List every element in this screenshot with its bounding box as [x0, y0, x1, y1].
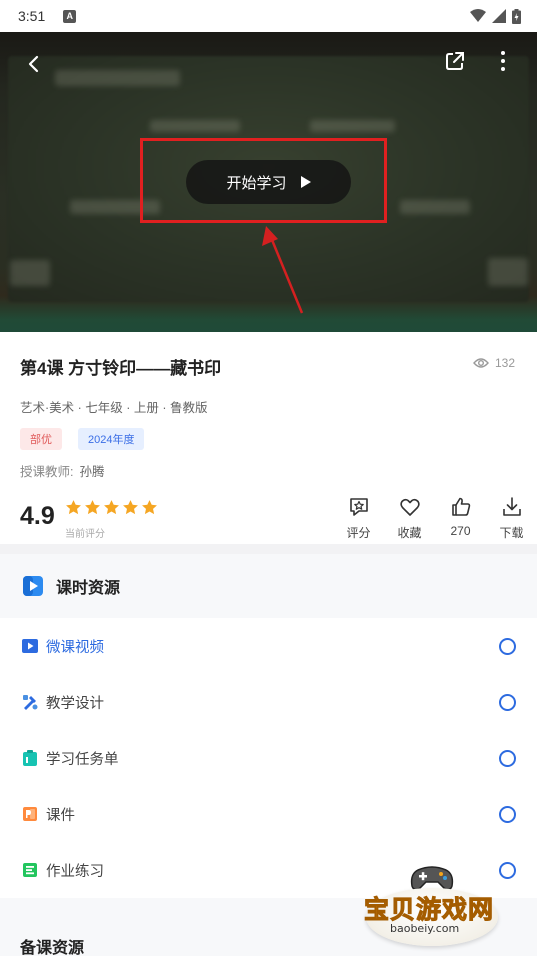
blurred-board-text [400, 200, 470, 214]
favorite-button[interactable]: 收藏 [384, 496, 435, 541]
rate-label: 评分 [346, 526, 371, 540]
prep-resources-title: 备课资源 [20, 940, 85, 956]
thumbs-up-icon [451, 497, 470, 516]
resource-item-teaching-design[interactable]: 教学设计 [0, 674, 537, 730]
resource-radio[interactable] [499, 693, 516, 711]
subject-line: 艺术·美术 · 七年级 · 上册 · 鲁教版 [20, 401, 208, 415]
resource-list: 微课视频 教学设计 学习任务单 课件 作业练习 [0, 618, 537, 898]
teacher-info: 授课教师: 孙腾 [20, 461, 105, 480]
blurred-board-text [55, 70, 180, 86]
resources-icon [23, 576, 43, 596]
rating-label: 当前评分 [65, 529, 105, 540]
heart-icon [399, 498, 420, 516]
resource-item-micro-video[interactable]: 微课视频 [0, 618, 537, 674]
resource-label: 学习任务单 [46, 751, 119, 768]
resource-radio[interactable] [499, 861, 516, 879]
wifi-icon [470, 9, 486, 22]
star-icon [66, 500, 81, 515]
resource-label: 微课视频 [46, 639, 104, 656]
prep-resources-section: 备课资源 [0, 898, 537, 956]
slides-icon [23, 807, 37, 821]
star-icon [123, 500, 138, 515]
more-icon [501, 51, 505, 71]
battery-icon [512, 8, 521, 24]
share-button[interactable] [442, 48, 468, 74]
star-icon [142, 500, 157, 515]
blurred-board-text [310, 120, 395, 132]
rate-button[interactable]: 评分 [333, 496, 384, 541]
teacher-name: 孙腾 [79, 465, 105, 479]
video-icon [22, 639, 38, 653]
blurred-board-text [488, 258, 528, 286]
annotation-highlight-box [140, 138, 387, 223]
tag-award: 部优 [20, 428, 62, 450]
back-button[interactable] [20, 50, 48, 78]
status-bar: 3:51 A [0, 0, 537, 32]
design-icon [23, 695, 38, 710]
download-icon [502, 497, 521, 516]
resource-radio[interactable] [499, 749, 516, 767]
teacher-label: 授课教师: [20, 465, 74, 479]
resource-label: 教学设计 [46, 695, 104, 712]
resources-header: 课时资源 [0, 554, 537, 618]
resource-item-task-list[interactable]: 学习任务单 [0, 730, 537, 786]
download-label: 下载 [499, 526, 524, 540]
like-button[interactable]: 270 [435, 496, 486, 541]
tag-list: 部优 2024年度 [20, 428, 145, 450]
view-count-value: 132 [494, 356, 515, 370]
lesson-title: 第4课 方寸铃印——藏书印 [20, 359, 222, 378]
resource-radio[interactable] [499, 637, 516, 655]
share-icon [446, 52, 464, 70]
eye-icon [473, 358, 489, 368]
resource-radio[interactable] [499, 805, 516, 823]
task-list-icon [23, 750, 37, 766]
back-icon [28, 55, 39, 73]
rating-score: 4.9 [20, 502, 55, 530]
resource-item-exercise[interactable]: 作业练习 [0, 842, 537, 898]
view-count: 132 [473, 356, 515, 370]
blurred-board-text [150, 120, 240, 132]
resource-item-courseware[interactable]: 课件 [0, 786, 537, 842]
like-count: 270 [450, 524, 471, 538]
status-time: 3:51 [18, 8, 46, 24]
section-divider [0, 544, 537, 554]
blurred-board-text [10, 260, 50, 286]
more-options-button[interactable] [490, 48, 516, 74]
exercise-icon [23, 863, 37, 877]
notification-badge: A [63, 9, 77, 23]
tag-year: 2024年度 [78, 428, 145, 450]
resource-label: 课件 [46, 807, 75, 824]
resources-title: 课时资源 [56, 580, 121, 597]
video-player[interactable]: 开始学习 [0, 32, 537, 332]
rate-icon [349, 498, 368, 516]
lesson-info: 第4课 方寸铃印——藏书印 132 艺术·美术 · 七年级 · 上册 · 鲁教版… [0, 332, 537, 544]
signal-icon [492, 9, 506, 23]
download-button[interactable]: 下载 [486, 496, 537, 541]
star-icon [85, 500, 100, 515]
action-bar: 评分 收藏 270 下载 [333, 496, 537, 541]
star-icon [104, 500, 119, 515]
favorite-label: 收藏 [397, 526, 422, 540]
resource-label: 作业练习 [46, 863, 104, 880]
status-icons [470, 8, 521, 24]
rating-stars [65, 499, 158, 516]
